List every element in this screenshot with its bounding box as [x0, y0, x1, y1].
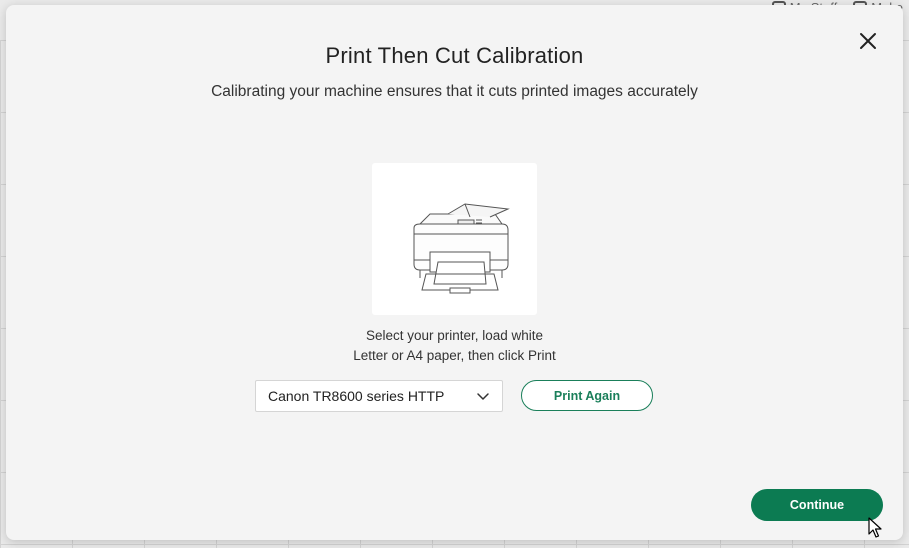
dialog-title: Print Then Cut Calibration [325, 43, 584, 68]
instructions-line-2: Letter or A4 paper, then click Print [353, 348, 556, 363]
printer-illustration [372, 163, 537, 315]
dialog-subtitle: Calibrating your machine ensures that it… [211, 83, 698, 100]
printer-select-value: Canon TR8600 series HTTP [268, 388, 445, 404]
calibration-dialog: Print Then Cut Calibration Calibrating y… [6, 5, 903, 540]
instructions-line-1: Select your printer, load white [365, 328, 544, 343]
instructions-text: Select your printer, load white Letter o… [6, 326, 903, 366]
print-again-button[interactable]: Print Again [521, 380, 653, 411]
continue-button[interactable]: Continue [751, 489, 883, 521]
printer-icon [413, 203, 510, 294]
mouse-cursor-icon [868, 517, 882, 538]
chevron-down-icon [477, 393, 489, 400]
printer-select[interactable]: Canon TR8600 series HTTP [255, 380, 503, 412]
